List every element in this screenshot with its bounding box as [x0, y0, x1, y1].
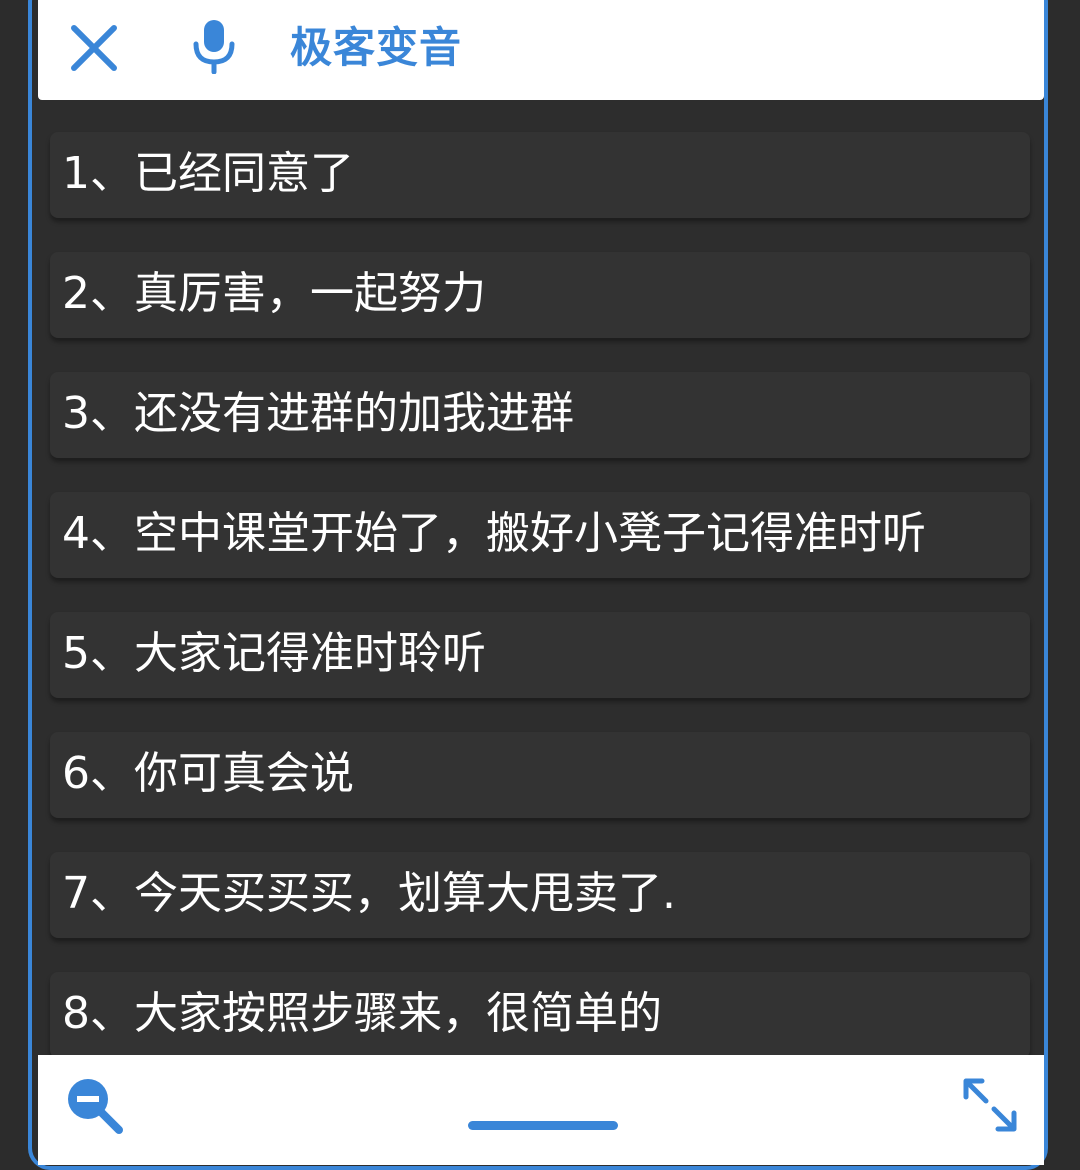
close-button[interactable]: [68, 22, 120, 74]
phrase-label: 8、大家按照步骤来，很简单的: [62, 988, 662, 1039]
phrase-item[interactable]: 3、还没有进群的加我进群: [50, 372, 1030, 458]
microphone-button[interactable]: [188, 18, 240, 75]
phrase-label: 2、真厉害，一起努力: [62, 268, 486, 319]
phrase-label: 4、空中课堂开始了，搬好小凳子记得准时听: [62, 508, 926, 559]
window-footer: [38, 1055, 1044, 1165]
zoom-out-button[interactable]: [64, 1075, 124, 1135]
zoom-out-icon: [68, 1079, 123, 1134]
phrase-item[interactable]: 6、你可真会说: [50, 732, 1030, 818]
microphone-icon: [193, 20, 235, 75]
phrase-label: 6、你可真会说: [62, 748, 354, 799]
expand-icon: [963, 1078, 1017, 1132]
phrase-item[interactable]: 8、大家按照步骤来，很简单的: [50, 972, 1030, 1055]
drag-handle[interactable]: [468, 1121, 618, 1130]
app-title: 极客变音: [290, 23, 463, 72]
phrase-label: 7、今天买买买，划算大甩卖了.: [62, 868, 676, 919]
phrase-label: 3、还没有进群的加我进群: [62, 388, 574, 439]
phrase-list[interactable]: 1、已经同意了 2、真厉害，一起努力 3、还没有进群的加我进群 4、空中课堂开始…: [38, 100, 1044, 1055]
phrase-item[interactable]: 1、已经同意了: [50, 132, 1030, 218]
phrase-item[interactable]: 2、真厉害，一起努力: [50, 252, 1030, 338]
phrase-label: 1、已经同意了: [62, 148, 354, 199]
phrase-label: 5、大家记得准时聆听: [62, 628, 486, 679]
phrase-item[interactable]: 5、大家记得准时聆听: [50, 612, 1030, 698]
close-icon: [71, 25, 117, 71]
phrase-item[interactable]: 7、今天买买买，划算大甩卖了.: [50, 852, 1030, 938]
phrase-item[interactable]: 4、空中课堂开始了，搬好小凳子记得准时听: [50, 492, 1030, 578]
window-header: 极客变音: [38, 0, 1044, 100]
expand-button[interactable]: [960, 1075, 1020, 1135]
